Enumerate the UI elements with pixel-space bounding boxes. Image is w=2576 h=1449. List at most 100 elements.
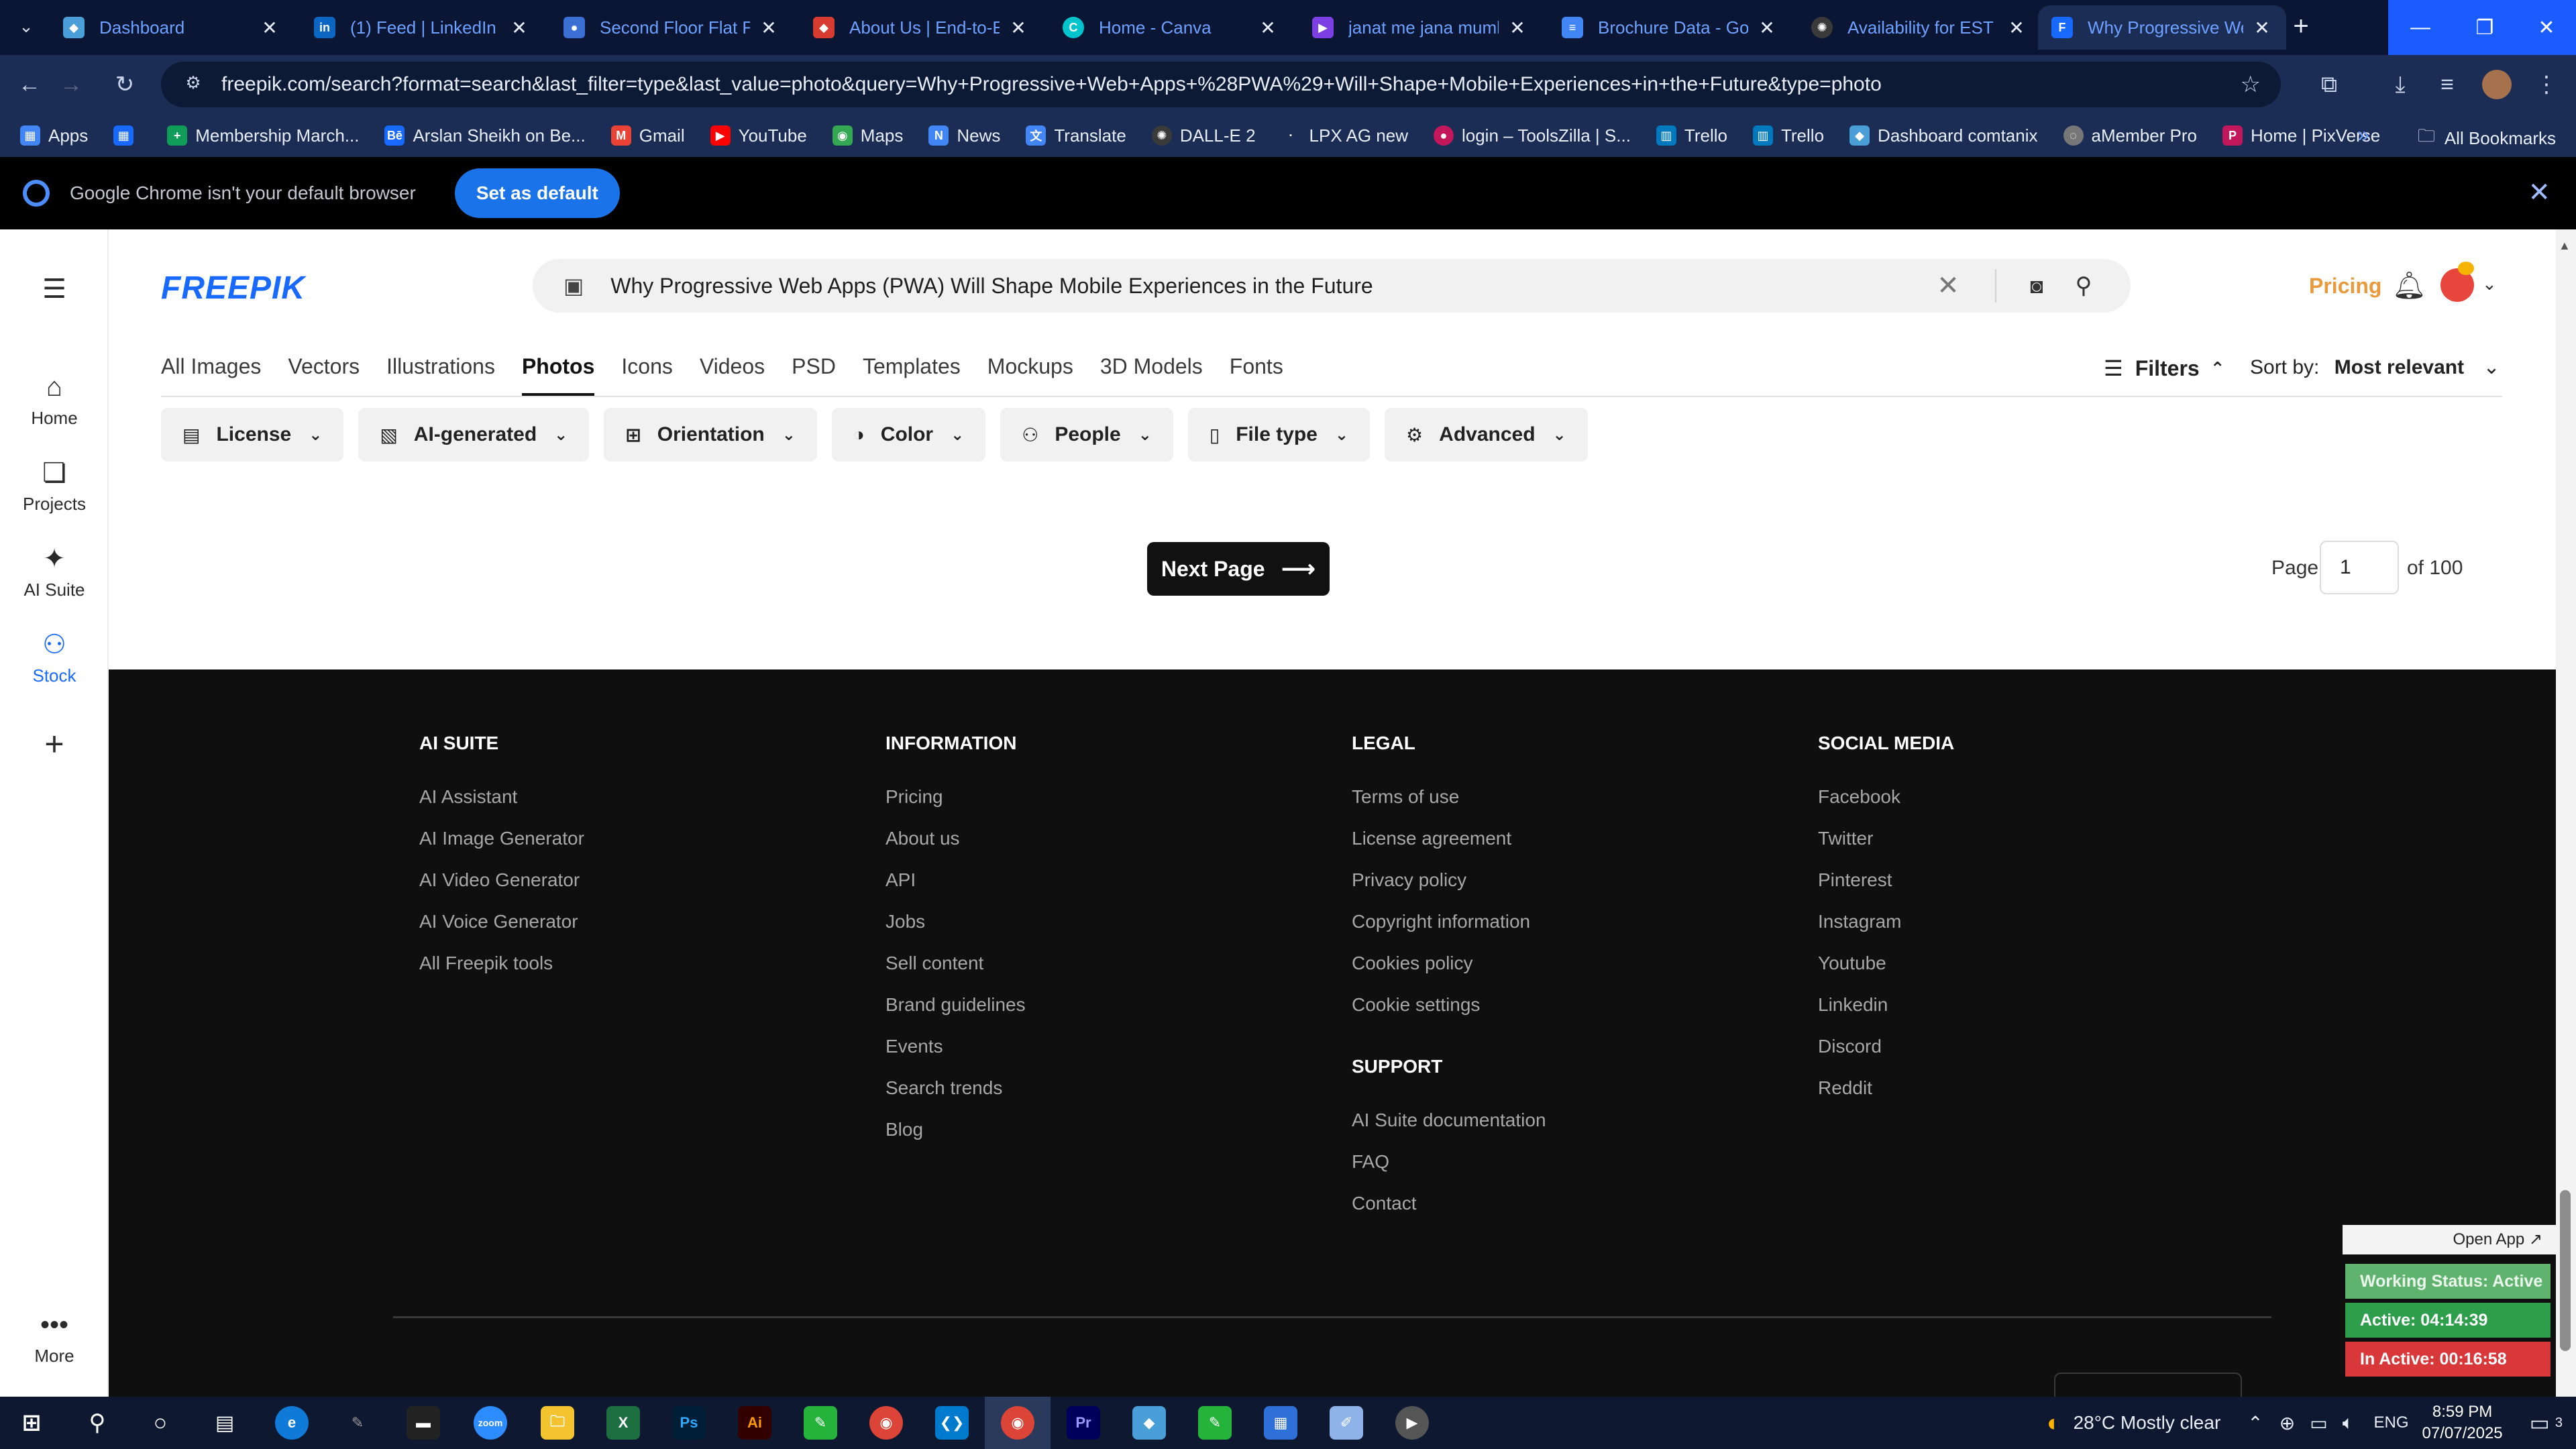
- search-bar[interactable]: ▣ Why Progressive Web Apps (PWA) Will Sh…: [533, 259, 2131, 313]
- bookmark-apps[interactable]: ▦ Apps: [20, 125, 88, 146]
- tab-brochure-data[interactable]: ≡ Brochure Data - Goo ✕: [1548, 5, 1791, 50]
- photoshop-icon[interactable]: Ps: [672, 1406, 706, 1440]
- footer-link[interactable]: AI Voice Generator: [419, 911, 578, 932]
- tab-canva[interactable]: C Home - Canva ✕: [1049, 5, 1292, 50]
- close-icon[interactable]: ✕: [1008, 17, 1029, 39]
- notification-bell-icon[interactable]: 🔔︎: [2392, 270, 2426, 301]
- bookmark-toolszilla[interactable]: ● login – ToolsZilla | S...: [1433, 125, 1631, 146]
- rail-home[interactable]: ⌂ Home: [0, 370, 109, 429]
- media-controls-icon[interactable]: ≡: [2432, 70, 2462, 99]
- pen-app-icon[interactable]: ✐: [1330, 1406, 1363, 1440]
- tab-photos[interactable]: Photos: [521, 354, 595, 396]
- search-input[interactable]: Why Progressive Web Apps (PWA) Will Shap…: [610, 274, 1928, 299]
- forward-arrow-icon[interactable]: →: [56, 70, 86, 99]
- tab-illustrations[interactable]: Illustrations: [386, 354, 495, 396]
- tab-psd[interactable]: PSD: [792, 354, 836, 396]
- illustrator-icon[interactable]: Ai: [738, 1406, 771, 1440]
- tab-linkedin[interactable]: in (1) Feed | LinkedIn ✕: [301, 5, 543, 50]
- close-icon[interactable]: ✕: [758, 17, 780, 39]
- volume-icon[interactable]: 🔈︎: [2343, 1412, 2354, 1434]
- footer-link[interactable]: Blog: [885, 1119, 923, 1140]
- footer-link[interactable]: Facebook: [1818, 786, 1900, 808]
- footer-link[interactable]: FAQ: [1352, 1151, 1389, 1173]
- filter-orientation[interactable]: ⊞ Orientation ⌄: [604, 408, 817, 462]
- search-icon[interactable]: ⚲: [2063, 272, 2104, 299]
- footer-link[interactable]: Sell content: [885, 953, 983, 974]
- window-minimize-button[interactable]: —: [2388, 0, 2453, 55]
- footer-link[interactable]: Linkedin: [1818, 994, 1888, 1016]
- footer-link[interactable]: Cookies policy: [1352, 953, 1473, 974]
- bookmark-news[interactable]: N News: [928, 125, 1000, 146]
- bookmark-lpx[interactable]: · LPX AG new: [1281, 125, 1408, 146]
- footer-link[interactable]: Discord: [1818, 1036, 1882, 1057]
- close-icon[interactable]: ✕: [1257, 17, 1279, 39]
- pen-icon[interactable]: ✎: [341, 1406, 374, 1440]
- all-bookmarks-button[interactable]: 🗀 All Bookmarks: [2418, 123, 2556, 153]
- chrome-icon[interactable]: ◉: [869, 1406, 903, 1440]
- footer-link[interactable]: Search trends: [885, 1077, 1002, 1099]
- footer-link[interactable]: Contact: [1352, 1193, 1417, 1214]
- close-icon[interactable]: ✕: [2528, 177, 2551, 208]
- footer-link[interactable]: License agreement: [1352, 828, 1511, 849]
- bookmark-maps[interactable]: ◉ Maps: [832, 125, 903, 146]
- zoom-icon[interactable]: zoom: [474, 1406, 507, 1440]
- close-icon[interactable]: ✕: [2251, 17, 2273, 39]
- set-as-default-button[interactable]: Set as default: [454, 168, 620, 218]
- window-close-button[interactable]: ✕: [2517, 0, 2576, 55]
- tab-templates[interactable]: Templates: [863, 354, 961, 396]
- close-icon[interactable]: ✕: [2006, 17, 2027, 39]
- close-icon[interactable]: ✕: [508, 17, 530, 39]
- bookmark-amember[interactable]: ◌ aMember Pro: [2063, 125, 2197, 146]
- chevron-down-icon[interactable]: ⌄: [2482, 274, 2497, 294]
- show-hidden-icons-chevron-icon[interactable]: ⌃: [2247, 1412, 2263, 1434]
- edge-icon[interactable]: e: [275, 1406, 309, 1440]
- extensions-icon[interactable]: ⧉: [2314, 70, 2344, 99]
- bookmark-trello-2[interactable]: ▥ Trello: [1752, 125, 1824, 146]
- bookmark-translate[interactable]: 文 Translate: [1026, 125, 1126, 146]
- bookmark-grid[interactable]: ▦: [113, 125, 142, 146]
- language-indicator[interactable]: ENG: [2374, 1413, 2409, 1432]
- scroll-up-arrow-icon[interactable]: ▲: [2559, 239, 2571, 253]
- tab-dashboard[interactable]: ◆ Dashboard ✕: [50, 5, 294, 50]
- tab-vectors[interactable]: Vectors: [288, 354, 360, 396]
- rail-stock[interactable]: ⚇ Stock: [0, 628, 109, 686]
- address-bar[interactable]: ⚙ freepik.com/search?format=search&last_…: [161, 62, 2281, 107]
- task-view-icon[interactable]: ▤: [208, 1406, 241, 1440]
- footer-link[interactable]: Terms of use: [1352, 786, 1459, 808]
- tab-all-images[interactable]: All Images: [161, 354, 261, 396]
- file-explorer-icon[interactable]: 🗀: [541, 1406, 574, 1440]
- footer-link[interactable]: Reddit: [1818, 1077, 1872, 1099]
- footer-link[interactable]: Instagram: [1818, 911, 1902, 932]
- rail-projects[interactable]: ❏ Projects: [0, 456, 109, 515]
- filter-file-type[interactable]: ▯ File type ⌄: [1187, 408, 1371, 462]
- close-icon[interactable]: ✕: [1756, 17, 1778, 39]
- tab-videos[interactable]: Videos: [700, 354, 765, 396]
- tab-search-dropdown-icon[interactable]: ⌄: [12, 12, 40, 40]
- bookmark-pixverse[interactable]: P Home | PixVerse: [2222, 125, 2380, 146]
- footer-link[interactable]: Pinterest: [1818, 869, 1892, 891]
- bookmark-star-icon[interactable]: ☆: [2241, 71, 2261, 98]
- tab-about-us[interactable]: ◆ About Us | End-to-En ✕: [800, 5, 1042, 50]
- chrome-active-icon[interactable]: ◉: [1001, 1406, 1034, 1440]
- tab-freepik-active[interactable]: F Why Progressive We ✕: [2038, 5, 2286, 50]
- clear-search-icon[interactable]: ✕: [1928, 270, 1968, 301]
- footer-link[interactable]: Twitter: [1818, 828, 1873, 849]
- freepik-logo[interactable]: FREEPIK: [161, 270, 305, 307]
- weather-text[interactable]: 28°C Mostly clear: [2074, 1412, 2221, 1434]
- footer-link[interactable]: Brand guidelines: [885, 994, 1026, 1016]
- footer-link[interactable]: AI Video Generator: [419, 869, 580, 891]
- open-app-link[interactable]: Open App ↗: [2343, 1225, 2556, 1254]
- tab-icons[interactable]: Icons: [621, 354, 672, 396]
- green-app-2-icon[interactable]: ✎: [1198, 1406, 1232, 1440]
- excel-icon[interactable]: X: [606, 1406, 640, 1440]
- footer-link[interactable]: AI Assistant: [419, 786, 517, 808]
- tab-3d-models[interactable]: 3D Models: [1100, 354, 1203, 396]
- network-icon[interactable]: ⊕: [2279, 1412, 2295, 1434]
- sort-dropdown[interactable]: Sort by: Most relevant ⌄: [2250, 356, 2500, 379]
- image-type-icon[interactable]: ▣: [564, 273, 584, 299]
- profile-avatar[interactable]: [2482, 70, 2512, 99]
- rail-ai-suite[interactable]: ✦ AI Suite: [0, 542, 109, 600]
- scrollbar-thumb[interactable]: [2560, 1190, 2571, 1351]
- filter-ai-generated[interactable]: ▧ AI-generated ⌄: [358, 408, 590, 462]
- tab-availability[interactable]: ✺ Availability for EST sh ✕: [1798, 5, 2041, 50]
